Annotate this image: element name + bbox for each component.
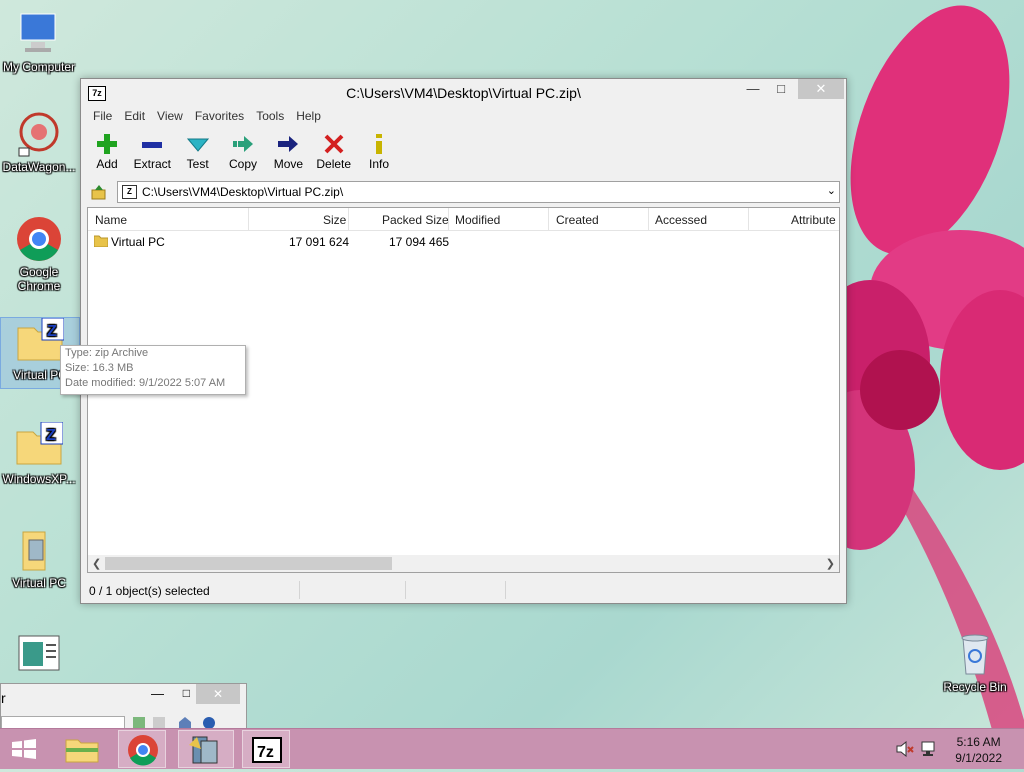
virtual-pc-icon	[189, 736, 218, 764]
copy-arrow-icon	[233, 136, 254, 152]
menu-edit[interactable]: Edit	[118, 107, 151, 125]
scroll-thumb[interactable]	[105, 557, 392, 570]
desktop-icon-document[interactable]	[0, 632, 78, 682]
document-icon	[15, 632, 63, 680]
7zip-small-icon: Z	[122, 185, 137, 199]
title-bar[interactable]: 7z C:\Users\VM4\Desktop\Virtual PC.zip\ …	[81, 79, 846, 107]
background-window[interactable]: r — □ ✕	[0, 683, 247, 731]
zip-folder-icon: Z	[16, 317, 65, 366]
folder-icon	[15, 526, 63, 574]
svg-text:Z: Z	[46, 427, 56, 444]
extract-button[interactable]: Extract	[132, 131, 172, 171]
status-bar: 0 / 1 object(s) selected	[81, 577, 846, 603]
desktop-icon-my-computer[interactable]: My Computer	[0, 10, 78, 74]
desktop-icon-datawagon[interactable]: DataWagon...	[0, 110, 78, 174]
maximize-button[interactable]: □	[766, 79, 796, 99]
7zip-taskbar-button[interactable]: 7z	[242, 730, 290, 768]
horizontal-scrollbar[interactable]: ❮ ❯	[88, 555, 839, 572]
delete-x-icon	[324, 134, 344, 154]
zip-folder-icon: Z	[15, 421, 64, 470]
status-text: 0 / 1 object(s) selected	[89, 584, 210, 598]
file-explorer-button[interactable]	[58, 730, 106, 768]
volume-muted-icon[interactable]	[896, 741, 914, 757]
col-created[interactable]: Created	[556, 213, 599, 227]
add-button[interactable]: Add	[87, 131, 127, 171]
delete-button[interactable]: Delete	[314, 131, 354, 171]
scroll-left-icon[interactable]: ❮	[92, 557, 101, 570]
taskbar: 7z 5:16 AM 9/1/2022	[0, 728, 1024, 769]
menu-view[interactable]: View	[151, 107, 189, 125]
table-row[interactable]: Virtual PC 17 091 624 17 094 465	[88, 232, 839, 250]
move-button[interactable]: Move	[268, 131, 308, 171]
copy-button[interactable]: Copy	[223, 131, 263, 171]
info-icon	[376, 134, 383, 154]
7zip-window: 7z C:\Users\VM4\Desktop\Virtual PC.zip\ …	[80, 78, 847, 604]
move-arrow-icon	[278, 136, 299, 152]
col-modified[interactable]: Modified	[455, 213, 500, 227]
desktop-icon-virtual-pc[interactable]: Virtual PC	[0, 526, 78, 590]
file-explorer-icon	[65, 739, 99, 763]
close-button[interactable]: ✕	[196, 684, 240, 704]
test-button[interactable]: Test	[178, 131, 218, 171]
recycle-bin-icon	[951, 630, 999, 678]
datawagon-icon	[15, 110, 63, 158]
start-button[interactable]	[0, 730, 48, 768]
computer-icon	[15, 10, 63, 58]
info-button[interactable]: Info	[359, 131, 399, 171]
menu-bar: File Edit View Favorites Tools Help	[87, 107, 327, 127]
windows-logo-icon	[12, 739, 36, 759]
address-bar: Z C:\Users\VM4\Desktop\Virtual PC.zip\ ⌄	[87, 181, 840, 203]
toolbar: Add Extract Test Copy Move Delete Info	[87, 131, 401, 177]
folder-up-icon	[91, 185, 106, 200]
folder-icon	[94, 235, 108, 247]
address-input[interactable]: Z C:\Users\VM4\Desktop\Virtual PC.zip\ ⌄	[117, 181, 840, 203]
col-size[interactable]: Size	[323, 213, 346, 227]
menu-tools[interactable]: Tools	[250, 107, 290, 125]
plus-icon	[97, 134, 117, 154]
col-attributes[interactable]: Attribute	[791, 213, 836, 227]
minimize-button[interactable]: —	[151, 686, 164, 701]
col-name[interactable]: Name	[95, 213, 127, 227]
minus-icon	[142, 142, 163, 148]
file-tooltip: Type: zip Archive Size: 16.3 MB Date mod…	[60, 345, 246, 395]
network-icon[interactable]	[920, 741, 938, 757]
7zip-icon: 7z	[252, 737, 282, 763]
menu-file[interactable]: File	[87, 107, 118, 125]
window-title: C:\Users\VM4\Desktop\Virtual PC.zip\	[346, 85, 581, 101]
maximize-button[interactable]: □	[183, 686, 190, 700]
desktop-icon-windowsxp[interactable]: Z WindowsXP...	[0, 421, 78, 486]
col-packed-size[interactable]: Packed Size	[382, 213, 449, 227]
desktop-icon-recycle-bin[interactable]: Recycle Bin	[936, 630, 1014, 694]
system-clock[interactable]: 5:16 AM 9/1/2022	[955, 734, 1002, 766]
col-accessed[interactable]: Accessed	[655, 213, 707, 227]
up-folder-button[interactable]	[91, 184, 107, 203]
chrome-icon	[15, 215, 63, 263]
virtual-pc-taskbar-button[interactable]	[178, 730, 234, 768]
scroll-right-icon[interactable]: ❯	[826, 557, 835, 570]
check-icon	[186, 138, 209, 152]
close-button[interactable]: ✕	[798, 79, 844, 99]
menu-favorites[interactable]: Favorites	[189, 107, 250, 125]
minimize-button[interactable]: —	[738, 79, 768, 99]
column-header: Name Size Packed Size Modified Created A…	[88, 208, 839, 231]
chrome-icon	[128, 735, 158, 766]
desktop-icon-chrome[interactable]: Google Chrome	[0, 215, 78, 293]
chevron-down-icon[interactable]: ⌄	[827, 184, 836, 197]
svg-text:7z: 7z	[257, 744, 274, 761]
menu-help[interactable]: Help	[290, 107, 327, 125]
svg-text:Z: Z	[47, 323, 57, 340]
chrome-taskbar-button[interactable]	[118, 730, 166, 768]
